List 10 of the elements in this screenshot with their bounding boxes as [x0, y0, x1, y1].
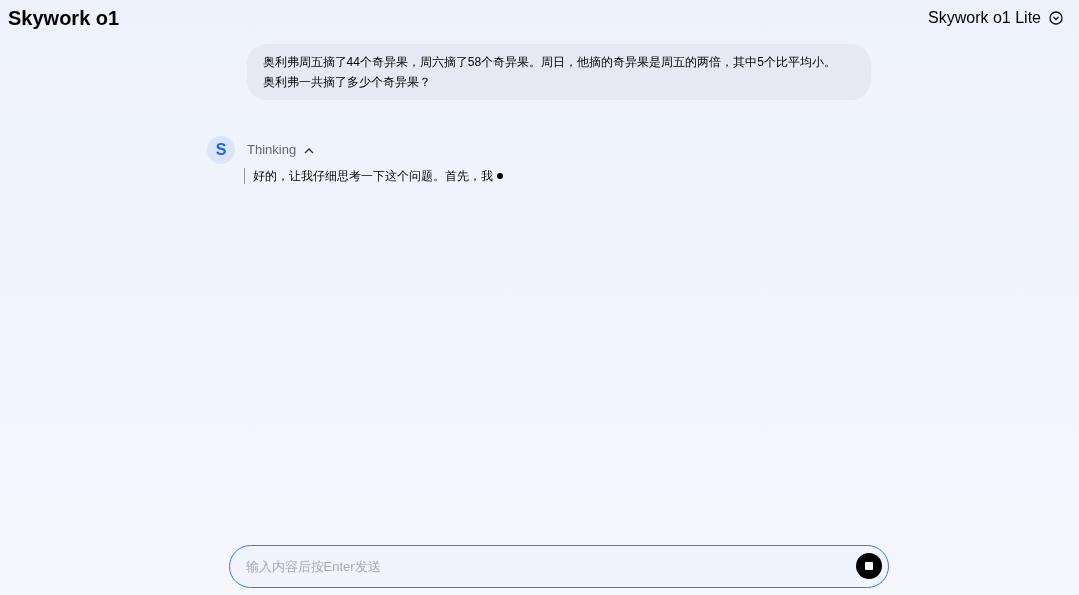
chevron-up-icon: [304, 146, 315, 154]
assistant-avatar: S: [207, 136, 235, 164]
thinking-toggle[interactable]: Thinking: [247, 140, 315, 160]
user-message: 奥利弗周五摘了44个奇异果，周六摘了58个奇异果。周日，他摘的奇异果是周五的两倍，其中5个比平均小。奥利弗一共摘了多少个奇异果？: [246, 44, 871, 100]
app-title: Skywork o1: [8, 6, 120, 31]
stop-icon: [864, 562, 873, 570]
model-selector[interactable]: Skywork o1 Lite: [928, 6, 1071, 30]
message-input[interactable]: 输入内容后按Enter发送: [228, 545, 889, 588]
thinking-text: 好的，让我仔细思考一下这个问题。首先，我: [253, 168, 493, 185]
chevron-down-icon: [1049, 11, 1063, 25]
